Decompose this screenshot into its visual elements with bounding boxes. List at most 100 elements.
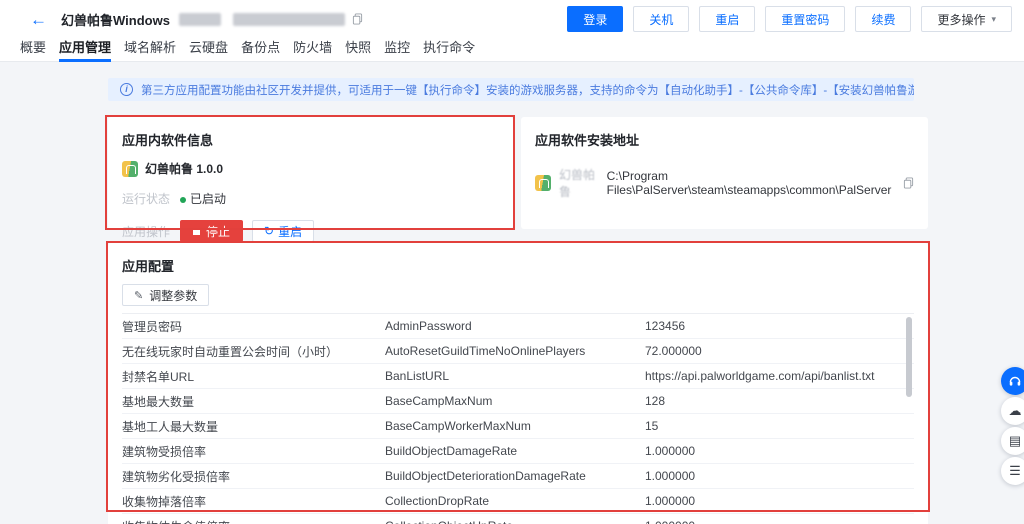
config-table-row: 封禁名单URL BanListURL https://api.palworldg… — [122, 364, 914, 389]
status-row: 运行状态 已启动 — [122, 190, 499, 207]
stop-button[interactable]: 停止 — [180, 220, 243, 242]
feedback-fab[interactable]: ☁ — [1001, 397, 1024, 425]
config-value-cell: 123456 — [645, 319, 914, 333]
status-label: 运行状态 — [122, 190, 180, 207]
config-value-cell: 1.000000 — [645, 444, 914, 458]
tab-item[interactable]: 监控 — [384, 38, 410, 62]
stop-icon — [193, 228, 200, 235]
config-key-cell: AdminPassword — [385, 319, 645, 333]
config-table-row: 管理员密码 AdminPassword 123456 — [122, 314, 914, 339]
config-key-cell: BuildObjectDeteriorationDamageRate — [385, 469, 645, 483]
config-table-row: 基地工人最大数量 BaseCampWorkerMaxNum 15 — [122, 414, 914, 439]
survey-fab[interactable]: ▤ — [1001, 427, 1024, 455]
tab-item[interactable]: 防火墙 — [293, 38, 332, 62]
config-value-cell: 1.000000 — [645, 494, 914, 508]
config-table-row: 无在线玩家时自动重置公会时间（小时） AutoResetGuildTimeNoO… — [122, 339, 914, 364]
tab-bar: 概要应用管理域名解析云硬盘备份点防火墙快照监控执行命令 — [0, 38, 1024, 62]
tab-item[interactable]: 备份点 — [241, 38, 280, 62]
config-value-cell: 72.000000 — [645, 344, 914, 358]
config-label-cell: 基地最大数量 — [122, 393, 385, 410]
info-banner: i 第三方应用配置功能由社区开发并提供，可适用于一键【执行命令】安装的游戏服务器… — [108, 78, 914, 101]
tab-item[interactable]: 域名解析 — [124, 38, 176, 62]
tab-item[interactable]: 云硬盘 — [189, 38, 228, 62]
header-action-button[interactable]: 登录 — [567, 6, 623, 32]
info-icon: i — [120, 83, 133, 96]
header-action-button[interactable]: 关机 — [633, 6, 689, 32]
top-chrome: ← 幻兽帕鲁Windows 登录关机重启重置密码续费 更多操作 ▾ 概要应用管理… — [0, 0, 1024, 62]
config-table-row: 收集物体生命值倍率 CollectionObjectHpRate 1.00000… — [122, 514, 914, 524]
copy-icon[interactable] — [903, 177, 914, 189]
app-row: 幻兽帕鲁 1.0.0 — [122, 160, 499, 177]
adjust-params-label: 调整参数 — [149, 287, 197, 304]
header-action-button[interactable]: 续费 — [855, 6, 911, 32]
config-value-cell: 128 — [645, 394, 914, 408]
config-label-cell: 无在线玩家时自动重置公会时间（小时） — [122, 343, 385, 360]
instance-title: 幻兽帕鲁Windows — [61, 10, 170, 29]
header-action-button[interactable]: 重置密码 — [765, 6, 845, 32]
config-table-row: 建筑物劣化受损倍率 BuildObjectDeteriorationDamage… — [122, 464, 914, 489]
chevron-down-icon: ▾ — [991, 14, 996, 25]
config-key-cell: AutoResetGuildTimeNoOnlinePlayers — [385, 344, 645, 358]
status-badge: 已启动 — [180, 190, 226, 207]
more-actions-button[interactable]: 更多操作 ▾ — [921, 6, 1012, 32]
config-value-cell: https://api.palworldgame.com/api/banlist… — [645, 369, 914, 383]
info-banner-text: 第三方应用配置功能由社区开发并提供，可适用于一键【执行命令】安装的游戏服务器，支… — [141, 82, 914, 98]
palworld-app-icon — [122, 161, 138, 177]
software-info-card: 应用内软件信息 幻兽帕鲁 1.0.0 运行状态 已启动 应用操作 停止 ↻ 重启 — [108, 117, 513, 229]
config-table: 管理员密码 AdminPassword 123456 无在线玩家时自动重置公会时… — [122, 313, 914, 524]
operations-row: 应用操作 停止 ↻ 重启 — [122, 220, 499, 242]
table-scrollbar[interactable] — [906, 317, 912, 397]
install-path-title: 应用软件安装地址 — [521, 117, 928, 149]
title-bar: ← 幻兽帕鲁Windows 登录关机重启重置密码续费 更多操作 ▾ — [0, 0, 1024, 38]
adjust-params-button[interactable]: ✎ 调整参数 — [122, 284, 209, 306]
config-key-cell: BanListURL — [385, 369, 645, 383]
shortcut-fab[interactable]: ☰ — [1001, 457, 1024, 485]
tab-item[interactable]: 概要 — [20, 38, 46, 62]
config-label-cell: 收集物掉落倍率 — [122, 493, 385, 510]
config-value-cell: 1.000000 — [645, 519, 914, 524]
config-key-cell: BaseCampWorkerMaxNum — [385, 419, 645, 433]
tab-item[interactable]: 应用管理 — [59, 38, 111, 62]
headset-icon — [1008, 374, 1022, 388]
config-key-cell: CollectionDropRate — [385, 494, 645, 508]
redacted-text — [233, 13, 345, 26]
restart-button[interactable]: ↻ 重启 — [252, 220, 314, 242]
config-label-cell: 管理员密码 — [122, 318, 385, 335]
header-actions: 登录关机重启重置密码续费 — [567, 6, 911, 32]
palworld-app-icon — [535, 175, 551, 191]
tab-item[interactable]: 快照 — [345, 38, 371, 62]
support-fab[interactable] — [1001, 367, 1024, 395]
tab-item[interactable]: 执行命令 — [423, 38, 475, 62]
status-value: 已启动 — [190, 192, 226, 206]
install-path-row: 幻兽帕鲁 C:\Program Files\PalServer\steam\st… — [535, 166, 914, 200]
config-key-cell: BuildObjectDamageRate — [385, 444, 645, 458]
menu-icon: ☰ — [1009, 463, 1021, 479]
app-name: 幻兽帕鲁 — [559, 166, 599, 200]
back-arrow-icon[interactable]: ← — [30, 11, 47, 28]
document-icon: ▤ — [1009, 433, 1021, 449]
config-table-row: 收集物掉落倍率 CollectionDropRate 1.000000 — [122, 489, 914, 514]
install-path-card: 应用软件安装地址 幻兽帕鲁 C:\Program Files\PalServer… — [521, 117, 928, 229]
config-label-cell: 建筑物受损倍率 — [122, 443, 385, 460]
stop-label: 停止 — [206, 223, 230, 240]
more-actions-label: 更多操作 — [937, 11, 985, 28]
app-name-version: 幻兽帕鲁 1.0.0 — [145, 160, 223, 177]
app-config-title: 应用配置 — [108, 243, 928, 275]
restart-icon: ↻ — [264, 224, 274, 238]
running-dot-icon — [180, 197, 186, 203]
header-action-button[interactable]: 重启 — [699, 6, 755, 32]
config-table-row: 基地最大数量 BaseCampMaxNum 128 — [122, 389, 914, 414]
restart-label: 重启 — [278, 223, 302, 240]
config-label-cell: 封禁名单URL — [122, 368, 385, 385]
config-label-cell: 基地工人最大数量 — [122, 418, 385, 435]
config-value-cell: 1.000000 — [645, 469, 914, 483]
cloud-icon: ☁ — [1009, 403, 1022, 419]
operations-label: 应用操作 — [122, 223, 180, 240]
software-info-title: 应用内软件信息 — [108, 117, 513, 149]
config-value-cell: 15 — [645, 419, 914, 433]
config-key-cell: CollectionObjectHpRate — [385, 519, 645, 524]
config-label-cell: 收集物体生命值倍率 — [122, 518, 385, 524]
pencil-icon: ✎ — [134, 289, 143, 302]
config-key-cell: BaseCampMaxNum — [385, 394, 645, 408]
copy-icon[interactable] — [352, 13, 363, 25]
